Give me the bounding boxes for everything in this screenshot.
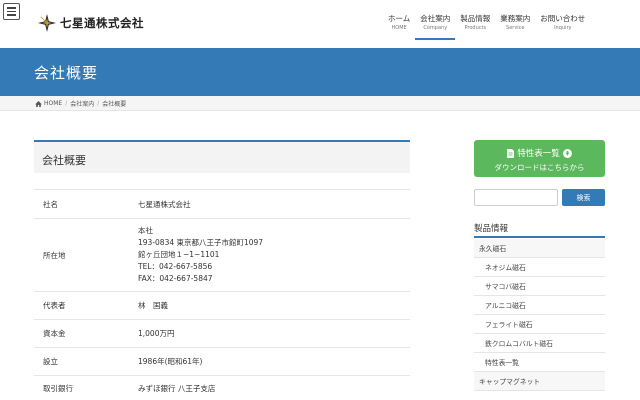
address-line: 193-0834 東京都八王子市館町1097 [138, 238, 264, 247]
breadcrumb-separator: / [97, 100, 100, 107]
product-item-samarium-cobalt[interactable]: サマコバ磁石 [474, 277, 605, 296]
hamburger-menu-button[interactable] [3, 3, 20, 20]
spec-button-sublabel: ダウンロードはこちらから [494, 163, 585, 172]
search-button[interactable]: 検索 [562, 189, 605, 206]
table-row: 所在地 本社 193-0834 東京都八王子市館町1097 館ヶ丘団地１−1−1… [34, 218, 410, 292]
row-label: 設立 [43, 357, 58, 366]
nav-label: 会社案内 [420, 14, 451, 23]
home-icon [35, 100, 42, 107]
breadcrumb-home[interactable]: HOME [35, 100, 62, 107]
nav-label: お問い合わせ [540, 14, 586, 23]
row-value-address: 本社 193-0834 東京都八王子市館町1097 館ヶ丘団地１−1−1101 … [138, 219, 410, 292]
nav-sublabel: Products [464, 25, 487, 31]
company-info-table: 社名 七星通株式会社 所在地 本社 193-0834 東京都八王子市館町1097… [34, 189, 410, 400]
breadcrumb-label: HOME [44, 100, 63, 107]
fax-line: FAX：042-667-5847 [138, 274, 213, 283]
nav-item-service[interactable]: 業務案内 Service [495, 14, 535, 40]
product-item-ferrite[interactable]: フェライト磁石 [474, 315, 605, 334]
product-item-permanent-magnet[interactable]: 永久磁石 [474, 239, 605, 258]
row-value: みずほ銀行 八王子支店 [138, 384, 216, 394]
row-value: 1986年(昭和61年) [138, 357, 203, 366]
row-value: 1,000万円 [138, 329, 175, 338]
nav-label: 製品情報 [460, 14, 491, 23]
table-row: 代表者 林 国義 [34, 291, 410, 320]
hamburger-line [7, 7, 16, 9]
hamburger-line [7, 10, 16, 13]
phone-line: TEL：042-667-5856 [138, 262, 213, 271]
nav-item-company[interactable]: 会社案内 Company [415, 14, 456, 40]
nav-label: ホーム [388, 14, 411, 23]
product-item-spec-list[interactable]: 特性表一覧 [474, 353, 605, 372]
table-row: 資本金 1,000万円 [34, 319, 410, 348]
hamburger-line [7, 14, 16, 16]
row-value: 七星通株式会社 [138, 199, 191, 209]
row-label: 社名 [43, 199, 58, 209]
content-heading: 会社概要 [42, 154, 86, 167]
product-item-fecrco[interactable]: 鉄クロムコバルト磁石 [474, 334, 605, 353]
products-heading: 製品情報 [474, 222, 605, 238]
address-line: 本社 [138, 226, 153, 235]
site-header: 七星通株式会社 ホーム HOME 会社案内 Company 製品情報 Produ… [0, 0, 640, 48]
nav-label: 業務案内 [500, 14, 531, 23]
nav-sublabel: Company [423, 25, 448, 31]
products-heading-label: 製品情報 [474, 224, 509, 234]
compass-star-logo-icon [38, 14, 56, 32]
breadcrumb-separator: / [65, 100, 68, 107]
spec-button-label: 特性表一覧 [517, 149, 560, 159]
page-header-band: 会社概要 [0, 48, 640, 96]
row-label: 代表者 [43, 301, 66, 310]
nav-item-home[interactable]: ホーム HOME [383, 14, 415, 40]
logo-text: 七星通株式会社 [60, 16, 144, 30]
products-list: 永久磁石 ネオジム磁石 サマコバ磁石 アルニコ磁石 フェライト磁石 鉄クロムコバ… [474, 239, 605, 391]
row-label: 所在地 [43, 250, 66, 260]
nav-sublabel: Service [506, 25, 525, 31]
product-item-cap-magnet[interactable]: キャップマグネット [474, 372, 605, 391]
global-nav: ホーム HOME 会社案内 Company 製品情報 Products 業務案内… [383, 14, 590, 40]
content-heading-box: 会社概要 [34, 140, 410, 173]
nav-item-products[interactable]: 製品情報 Products [455, 14, 495, 40]
nav-item-inquiry[interactable]: お問い合わせ Inquiry [535, 14, 590, 40]
download-circle-icon [562, 148, 572, 158]
product-item-alnico[interactable]: アルニコ磁石 [474, 296, 605, 315]
row-label: 資本金 [43, 329, 66, 338]
site-logo[interactable]: 七星通株式会社 [38, 14, 144, 32]
table-row: 取引銀行 みずほ銀行 八王子支店 [34, 375, 410, 400]
page-title: 会社概要 [34, 64, 99, 82]
row-value: 林 国義 [138, 301, 168, 310]
row-label: 取引銀行 [43, 384, 73, 394]
nav-sublabel: HOME [391, 25, 407, 31]
breadcrumb-company[interactable]: 会社案内 [70, 99, 94, 108]
breadcrumb: HOME / 会社案内 / 会社概要 [0, 96, 640, 111]
nav-sublabel: Inquiry [554, 25, 572, 31]
table-row: 設立 1986年(昭和61年) [34, 347, 410, 376]
product-item-neodymium[interactable]: ネオジム磁石 [474, 258, 605, 277]
document-icon [507, 148, 515, 158]
spec-sheet-download-button[interactable]: 特性表一覧 ダウンロードはこちらから [474, 140, 605, 177]
breadcrumb-current: 会社概要 [102, 101, 127, 108]
address-line: 館ヶ丘団地１−1−1101 [138, 250, 220, 259]
search-input[interactable] [474, 189, 558, 206]
table-row: 社名 七星通株式会社 [34, 189, 410, 219]
